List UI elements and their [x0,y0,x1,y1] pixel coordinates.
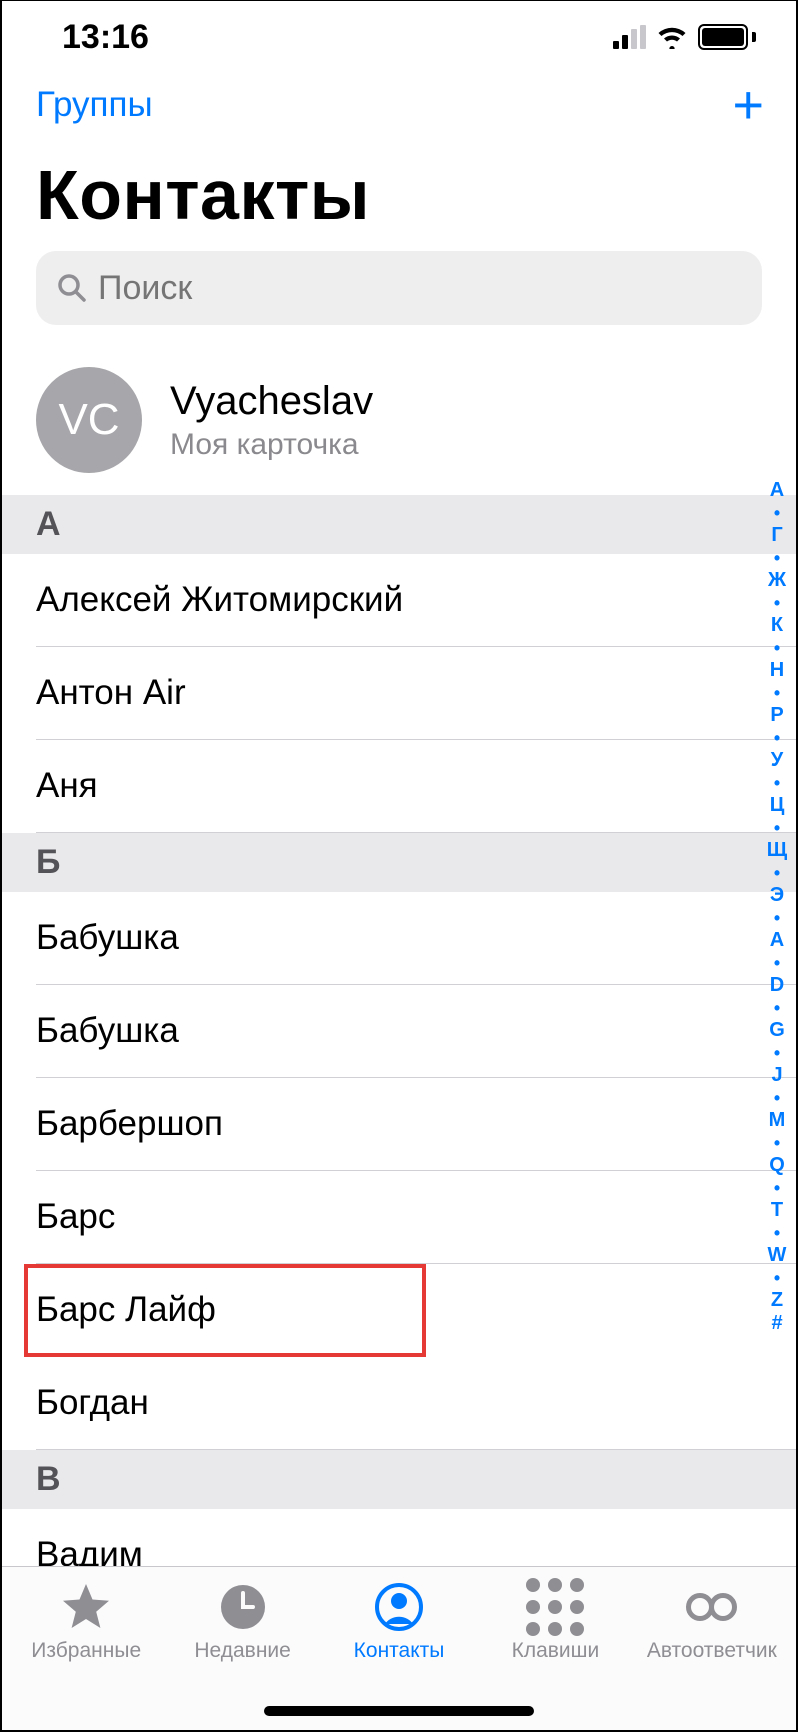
index-letter[interactable]: • [774,1132,780,1154]
my-card-name: Vyacheslav [170,379,373,424]
section-header: А [2,495,796,554]
index-letter[interactable]: • [774,682,780,704]
search-icon [56,272,88,304]
index-letter[interactable]: M [769,1109,786,1132]
my-card[interactable]: VC Vyacheslav Моя карточка [2,349,796,495]
index-letter[interactable]: • [774,727,780,749]
avatar: VC [36,367,142,473]
index-strip[interactable]: А•Г•Ж•К•Н•Р•У•Ц•Щ•Э•A•D•G•J•M•Q•T•W•Z# [762,479,792,1335]
tab-label: Избранные [31,1639,141,1663]
section-header: В [2,1450,796,1509]
status-time: 13:16 [62,18,149,57]
index-letter[interactable]: Э [770,884,784,907]
index-letter[interactable]: • [774,817,780,839]
tab-label: Контакты [354,1639,445,1663]
search-input[interactable] [98,269,742,308]
star-icon [60,1581,112,1633]
index-letter[interactable]: T [771,1199,783,1222]
home-indicator[interactable] [264,1706,534,1716]
nav-bar: Группы + [2,73,796,137]
index-letter[interactable]: Q [769,1154,785,1177]
index-letter[interactable]: • [774,862,780,884]
contact-row[interactable]: Алексей Житомирский [36,554,796,647]
index-letter[interactable]: А [770,479,784,502]
contact-row-highlighted[interactable]: Барс Лайф [24,1264,426,1357]
index-letter[interactable]: W [768,1244,787,1267]
keypad-icon [526,1581,584,1633]
index-letter[interactable]: • [774,502,780,524]
index-letter[interactable]: Н [770,659,784,682]
tab-label: Клавиши [512,1639,600,1663]
contacts-list[interactable]: А Алексей Житомирский Антон Air Аня Б Ба… [2,495,796,1566]
wifi-icon [656,25,688,49]
index-letter[interactable]: Ц [770,794,785,817]
section-header: Б [2,833,796,892]
index-letter[interactable]: Ж [768,569,786,592]
index-letter[interactable]: • [774,592,780,614]
tab-label: Автоответчик [647,1639,777,1663]
index-letter[interactable]: A [770,929,784,952]
battery-icon [698,24,756,50]
search-field[interactable] [36,251,762,325]
index-letter[interactable]: Р [770,704,783,727]
tab-favorites[interactable]: Избранные [8,1581,164,1730]
cellular-icon [613,25,646,49]
index-letter[interactable]: • [774,637,780,659]
index-letter[interactable]: • [774,1087,780,1109]
contact-row[interactable]: Бабушка [36,985,796,1078]
contact-row[interactable]: Аня [36,740,796,833]
index-letter[interactable]: • [774,1222,780,1244]
contact-row[interactable]: Богдан [36,1357,796,1450]
index-letter[interactable]: • [774,547,780,569]
index-letter[interactable]: • [774,1267,780,1289]
index-letter[interactable]: Z [771,1289,783,1312]
index-letter[interactable]: У [771,749,783,772]
index-letter[interactable]: Щ [767,839,787,862]
voicemail-icon [686,1581,737,1633]
index-letter[interactable]: • [774,997,780,1019]
add-button[interactable]: + [732,78,764,132]
clock-icon [219,1581,267,1633]
index-letter[interactable]: G [769,1019,785,1042]
index-letter[interactable]: Г [771,524,782,547]
index-letter[interactable]: • [774,907,780,929]
contact-row[interactable]: Барс [36,1171,796,1264]
my-card-sublabel: Моя карточка [170,428,373,462]
groups-button[interactable]: Группы [36,85,153,125]
index-letter[interactable]: • [774,772,780,794]
index-letter[interactable]: # [771,1312,782,1335]
index-letter[interactable]: • [774,1042,780,1064]
contact-row[interactable]: Антон Air [36,647,796,740]
index-letter[interactable]: J [771,1064,782,1087]
page-title: Контакты [2,137,796,251]
index-letter[interactable]: D [770,974,784,997]
index-letter[interactable]: К [771,614,783,637]
tab-voicemail[interactable]: Автоответчик [634,1581,790,1730]
status-icons [613,24,756,50]
contact-row[interactable]: Бабушка [36,892,796,985]
index-letter[interactable]: • [774,1177,780,1199]
contact-icon [374,1581,424,1633]
status-bar: 13:16 [2,1,796,73]
index-letter[interactable]: • [774,952,780,974]
contact-row[interactable]: Барбершоп [36,1078,796,1171]
contact-row[interactable]: Вадим [36,1509,796,1566]
tab-label: Недавние [194,1639,290,1663]
